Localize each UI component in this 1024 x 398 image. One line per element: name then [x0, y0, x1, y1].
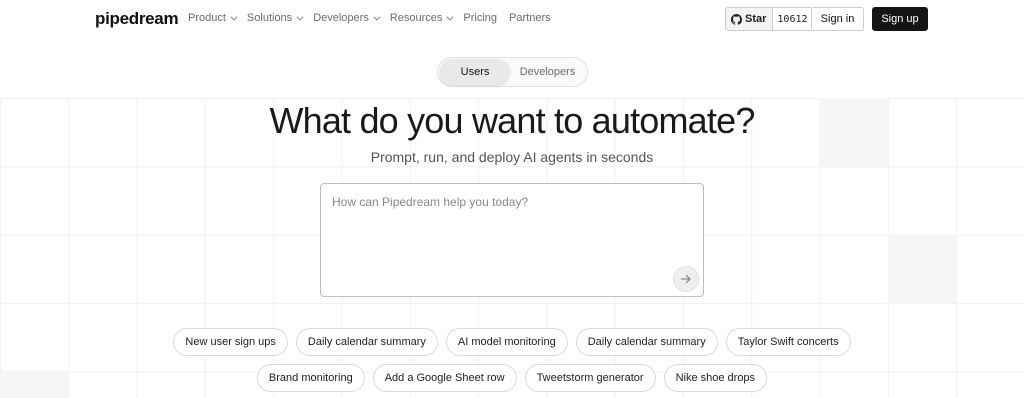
send-button[interactable] [673, 266, 699, 292]
nav-developers[interactable]: Developers [313, 12, 381, 24]
star-label: Star [745, 13, 767, 25]
suggestion-row-1: New user sign ups Daily calendar summary… [0, 328, 1024, 356]
hero-title: What do you want to automate? [269, 100, 755, 141]
suggestion-chip[interactable]: Tweetstorm generator [524, 364, 656, 392]
github-star-widget: Star 10612 [725, 7, 813, 31]
top-navbar: pipedream Product Solutions Developers R… [0, 0, 1024, 38]
suggestion-chip[interactable]: New user sign ups [173, 328, 288, 356]
suggestion-chip[interactable]: Taylor Swift concerts [725, 328, 851, 356]
hero-subtitle: Prompt, run, and deploy AI agents in sec… [370, 149, 654, 165]
prompt-input[interactable] [332, 195, 692, 255]
toggle-developers[interactable]: Developers [510, 59, 585, 85]
chevron-down-icon [296, 13, 304, 21]
sign-in-button[interactable]: Sign in [811, 7, 864, 31]
toggle-users[interactable]: Users [440, 59, 511, 85]
nav-resources[interactable]: Resources [389, 12, 454, 24]
nav-pricing[interactable]: Pricing [463, 12, 497, 24]
nav-solutions-label: Solutions [246, 12, 293, 24]
nav-pricing-label: Pricing [463, 12, 498, 24]
nav-partners[interactable]: Partners [509, 12, 551, 24]
nav-developers-label: Developers [313, 12, 369, 24]
star-count[interactable]: 10612 [773, 8, 812, 30]
suggestion-chip[interactable]: Daily calendar summary [575, 328, 718, 356]
grid-shade-tile [888, 235, 956, 303]
chevron-down-icon [230, 13, 238, 21]
nav-solutions[interactable]: Solutions [246, 12, 304, 24]
suggestion-chip[interactable]: AI model monitoring [445, 328, 568, 356]
suggestion-chip[interactable]: Daily calendar summary [295, 328, 438, 356]
suggestion-chip[interactable]: Nike shoe drops [663, 364, 768, 392]
arrow-right-icon [680, 274, 691, 284]
chevron-down-icon [446, 13, 454, 21]
chevron-down-icon [373, 13, 381, 21]
pipedream-logo[interactable]: pipedream [95, 9, 179, 29]
nav-product-label: Product [188, 12, 226, 24]
suggestion-chip[interactable]: Brand monitoring [256, 364, 365, 392]
audience-toggle: Users Developers [437, 57, 588, 87]
sign-up-button[interactable]: Sign up [872, 7, 928, 31]
nav-product[interactable]: Product [188, 12, 238, 24]
github-icon [731, 13, 742, 25]
nav-links: Product Solutions Developers Resources P… [188, 12, 563, 24]
suggestion-chip[interactable]: Add a Google Sheet row [372, 364, 517, 392]
prompt-box [320, 183, 704, 297]
suggestion-row-2: Brand monitoring Add a Google Sheet row … [0, 364, 1024, 392]
nav-partners-label: Partners [509, 12, 551, 24]
github-star-button[interactable]: Star [726, 8, 774, 30]
nav-resources-label: Resources [389, 12, 443, 24]
